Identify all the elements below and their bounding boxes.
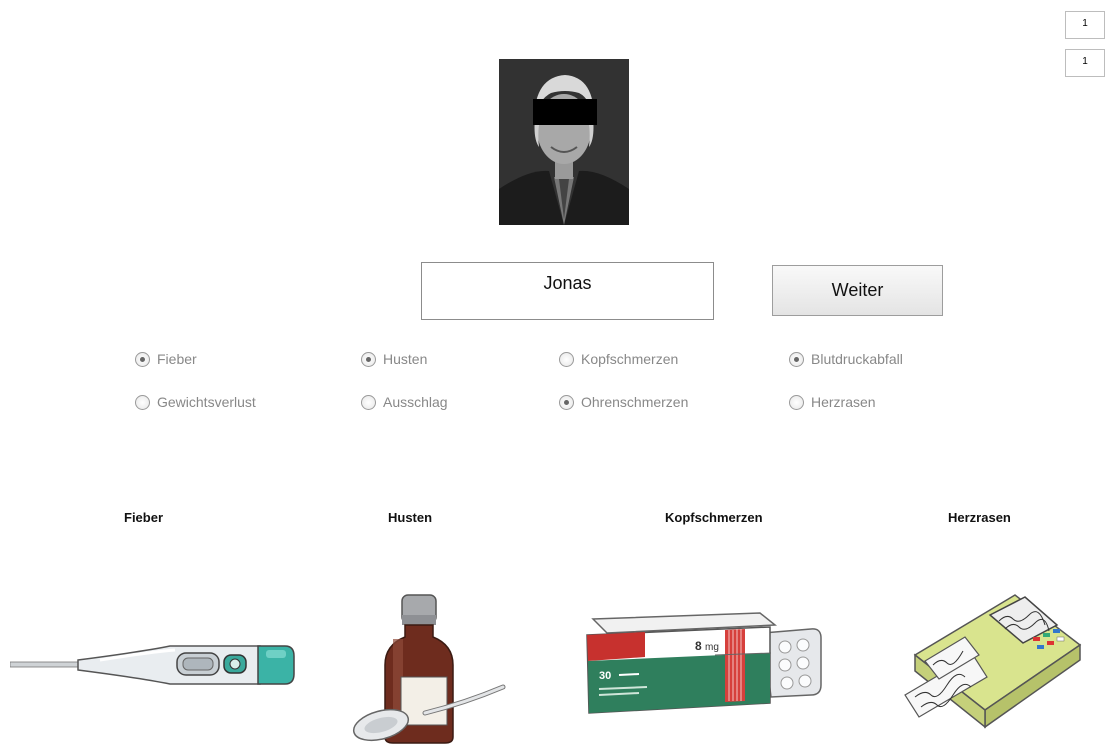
ecg-machine-icon[interactable]	[895, 585, 1085, 740]
pill-box-count: 30	[599, 670, 611, 682]
option-label-kopfschmerzen: Kopfschmerzen	[581, 351, 679, 367]
option-ausschlag[interactable]: Ausschlag	[361, 394, 448, 410]
radio-ohrenschmerzen[interactable]	[559, 394, 574, 410]
option-ohrenschmerzen[interactable]: Ohrenschmerzen	[559, 394, 688, 410]
radio-gewichtsverlust[interactable]	[135, 394, 150, 410]
option-blutdruckabfall[interactable]: Blutdruckabfall	[789, 351, 903, 367]
counter-box-1: 1	[1065, 11, 1105, 39]
radio-husten[interactable]	[361, 351, 376, 367]
option-fieber[interactable]: Fieber	[135, 351, 197, 367]
option-label-herzrasen: Herzrasen	[811, 394, 876, 410]
category-heading-fieber: Fieber	[124, 510, 164, 525]
radio-herzrasen[interactable]	[789, 394, 804, 410]
pill-box-dose: 8	[695, 639, 702, 653]
option-label-fieber: Fieber	[157, 351, 197, 367]
person-photo	[499, 59, 629, 225]
pill-box-icon[interactable]: 30 8 mg	[585, 605, 825, 720]
option-herzrasen[interactable]: Herzrasen	[789, 394, 876, 410]
radio-blutdruckabfall[interactable]	[789, 351, 804, 367]
option-label-husten: Husten	[383, 351, 428, 367]
counter-box-2: 1	[1065, 49, 1105, 77]
next-button[interactable]: Weiter	[772, 265, 943, 316]
category-heading-herzrasen: Herzrasen	[948, 510, 1011, 525]
option-label-ausschlag: Ausschlag	[383, 394, 448, 410]
radio-kopfschmerzen[interactable]	[559, 351, 574, 367]
radio-fieber[interactable]	[135, 351, 150, 367]
cough-syrup-icon[interactable]	[345, 585, 515, 745]
thermometer-icon[interactable]	[10, 630, 300, 700]
option-kopfschmerzen[interactable]: Kopfschmerzen	[559, 351, 678, 367]
option-label-gewichtsverlust: Gewichtsverlust	[157, 394, 256, 410]
radio-ausschlag[interactable]	[361, 394, 376, 410]
option-label-blutdruckabfall: Blutdruckabfall	[811, 351, 903, 367]
option-husten[interactable]: Husten	[361, 351, 427, 367]
category-heading-husten: Husten	[388, 510, 433, 525]
option-label-ohrenschmerzen: Ohrenschmerzen	[581, 394, 689, 410]
person-name-field: Jonas	[421, 262, 714, 320]
option-gewichtsverlust[interactable]: Gewichtsverlust	[135, 394, 256, 410]
pill-box-unit: mg	[705, 642, 719, 653]
category-heading-kopfschmerzen: Kopfschmerzen	[665, 510, 763, 525]
